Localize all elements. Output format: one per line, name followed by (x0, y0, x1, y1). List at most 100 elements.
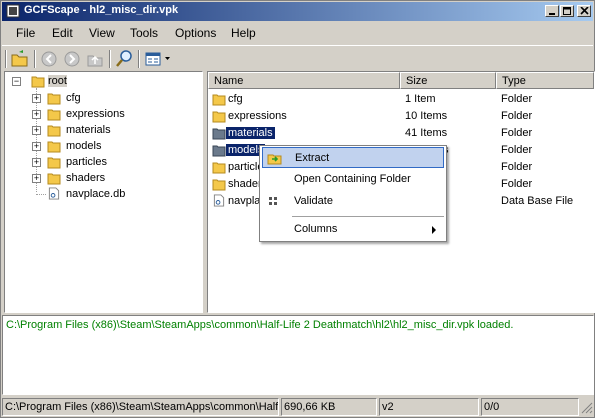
tree-item-label: navplace.db (66, 188, 126, 200)
window-title: GCFScape - hl2_misc_dir.vpk (24, 4, 179, 16)
status-version: v2 (379, 398, 479, 416)
folder-icon (47, 173, 61, 185)
folder-icon (212, 179, 226, 191)
tree-item-cfg[interactable]: + cfg (31, 91, 191, 107)
toolbar-separator (109, 50, 111, 68)
log-console[interactable]: C:\Program Files (x86)\Steam\SteamApps\c… (2, 315, 594, 395)
menu-bar: File Edit View Tools Options Help (2, 23, 593, 43)
minimize-button[interactable] (545, 5, 559, 17)
context-menu-open-containing-folder[interactable]: Open Containing Folder (262, 169, 444, 190)
row-name: materials (226, 127, 275, 139)
submenu-arrow-icon (432, 226, 436, 234)
row-type: Folder (501, 178, 533, 190)
row-type: Folder (501, 93, 533, 105)
tree-item-shaders[interactable]: + shaders (31, 171, 191, 187)
context-menu: Extract Open Containing Folder Validate … (259, 145, 447, 242)
column-header-size[interactable]: Size (400, 72, 496, 89)
resize-grip-icon[interactable] (581, 402, 593, 414)
folder-icon (212, 94, 226, 106)
row-name: cfg (228, 93, 243, 105)
title-bar[interactable]: GCFScape - hl2_misc_dir.vpk (2, 2, 593, 21)
list-row-selected[interactable]: materials 41 Items Folder (208, 125, 594, 142)
minimize-icon (549, 13, 555, 15)
menu-help[interactable]: Help (231, 26, 256, 40)
tree-item-label: expressions (66, 108, 125, 120)
folder-icon (47, 125, 61, 137)
row-name: navpla (228, 195, 261, 207)
folder-icon (47, 109, 61, 121)
row-size: 10 Items (405, 110, 448, 122)
view-mode-icon[interactable] (143, 49, 163, 69)
app-icon (6, 4, 20, 18)
context-menu-validate[interactable]: Validate (262, 191, 444, 212)
search-icon[interactable] (114, 49, 134, 69)
file-icon (213, 194, 225, 207)
folder-icon (47, 157, 61, 169)
folder-icon (212, 145, 226, 157)
dropdown-arrow-icon[interactable] (165, 57, 171, 61)
row-name: expressions (228, 110, 287, 122)
row-type: Folder (501, 144, 533, 156)
list-row[interactable]: expressions 10 Items Folder (208, 108, 594, 125)
menu-file[interactable]: File (16, 26, 35, 40)
menu-tools[interactable]: Tools (130, 26, 158, 40)
folder-icon (47, 93, 61, 105)
log-line: C:\Program Files (x86)\Steam\SteamApps\c… (6, 319, 514, 331)
tree-item-expressions[interactable]: + expressions (31, 107, 191, 123)
tree-item-label: materials (66, 124, 111, 136)
toolbar (2, 45, 593, 72)
folder-icon (212, 162, 226, 174)
expand-icon[interactable]: + (32, 158, 41, 167)
folder-tree[interactable]: − root + cfg + expressions + materials +… (4, 71, 203, 313)
expand-icon[interactable]: + (32, 142, 41, 151)
folder-open-icon (31, 76, 45, 88)
validate-icon (269, 197, 277, 205)
tree-connector (36, 194, 46, 195)
tree-item-navplace[interactable]: navplace.db (31, 187, 191, 203)
extract-icon (267, 154, 282, 165)
context-menu-label: Columns (294, 223, 338, 235)
tree-item-label: cfg (66, 92, 81, 104)
menu-edit[interactable]: Edit (52, 26, 73, 40)
row-type: Folder (501, 110, 533, 122)
open-folder-icon[interactable] (10, 49, 30, 69)
column-header-type[interactable]: Type (496, 72, 594, 89)
folder-icon (47, 141, 61, 153)
row-type: Folder (501, 161, 533, 173)
context-menu-separator (292, 216, 444, 217)
forward-icon[interactable] (62, 49, 82, 69)
tree-item-materials[interactable]: + materials (31, 123, 191, 139)
tree-item-particles[interactable]: + particles (31, 155, 191, 171)
expand-icon[interactable]: + (32, 126, 41, 135)
column-header-name[interactable]: Name (208, 72, 400, 89)
tree-item-label: root (48, 75, 67, 87)
status-count: 0/0 (481, 398, 579, 416)
menu-view[interactable]: View (89, 26, 115, 40)
close-button[interactable] (577, 5, 591, 17)
folder-icon (212, 128, 226, 140)
back-icon[interactable] (39, 49, 59, 69)
expand-icon[interactable]: + (32, 94, 41, 103)
tree-item-root[interactable]: − root (11, 74, 191, 90)
context-menu-columns[interactable]: Columns (262, 219, 444, 240)
app-window: GCFScape - hl2_misc_dir.vpk File Edit Vi… (0, 0, 595, 418)
collapse-icon[interactable]: − (12, 77, 21, 86)
up-folder-icon[interactable] (85, 49, 105, 69)
maximize-button[interactable] (560, 5, 574, 17)
file-icon (48, 187, 60, 200)
status-bar: C:\Program Files (x86)\Steam\SteamApps\c… (2, 397, 594, 417)
toolbar-separator (34, 50, 36, 68)
toolbar-separator (138, 50, 140, 68)
list-row[interactable]: cfg 1 Item Folder (208, 91, 594, 108)
expand-icon[interactable]: + (32, 110, 41, 119)
row-type: Folder (501, 127, 533, 139)
tree-item-models[interactable]: + models (31, 139, 191, 155)
row-size: 1 Item (405, 93, 436, 105)
menu-options[interactable]: Options (175, 26, 216, 40)
context-menu-extract[interactable]: Extract (262, 147, 444, 168)
expand-icon[interactable]: + (32, 174, 41, 183)
context-menu-label: Extract (295, 152, 330, 164)
context-menu-label: Open Containing Folder (294, 173, 411, 185)
tree-item-label: shaders (66, 172, 106, 184)
toolbar-grip (5, 50, 7, 68)
